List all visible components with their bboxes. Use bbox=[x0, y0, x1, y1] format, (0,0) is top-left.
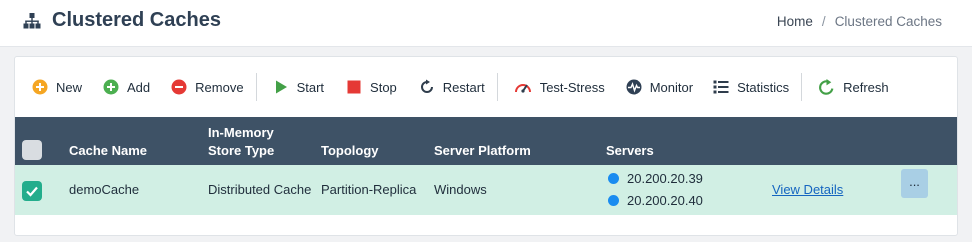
add-button[interactable]: Add bbox=[103, 72, 150, 102]
monitor-label: Monitor bbox=[649, 79, 694, 95]
column-header-cache-name[interactable]: Cache Name bbox=[69, 142, 147, 160]
more-actions-button[interactable]: ... bbox=[901, 169, 928, 198]
title-area: Clustered Caches bbox=[22, 9, 221, 32]
sitemap-icon bbox=[23, 12, 41, 28]
store-type-cell: Distributed Cache bbox=[208, 182, 312, 197]
select-all-checkbox[interactable] bbox=[22, 140, 42, 160]
refresh-label: Refresh bbox=[843, 79, 889, 95]
toolbar: New Add Remove Start Stop Restart Test-S… bbox=[15, 57, 957, 117]
restart-label: Restart bbox=[442, 79, 485, 95]
new-label: New bbox=[56, 79, 83, 95]
column-header-store-type-line2[interactable]: Store Type bbox=[208, 142, 274, 160]
platform-cell: Windows bbox=[434, 182, 487, 197]
table-header: Cache Name In-Memory Store Type Topology… bbox=[15, 117, 957, 165]
column-header-store-type-line1[interactable]: In-Memory bbox=[208, 124, 274, 142]
gauge-icon bbox=[514, 84, 531, 93]
add-label: Add bbox=[127, 79, 151, 95]
toolbar-divider bbox=[255, 73, 257, 101]
stop-button[interactable]: Stop bbox=[346, 72, 397, 102]
column-header-servers[interactable]: Servers bbox=[606, 142, 654, 160]
column-header-topology[interactable]: Topology bbox=[321, 142, 379, 160]
stop-icon bbox=[347, 80, 361, 94]
page-title: Clustered Caches bbox=[52, 9, 221, 31]
toolbar-divider bbox=[496, 73, 498, 101]
restart-icon bbox=[420, 79, 433, 93]
plus-circle-icon bbox=[32, 79, 48, 95]
refresh-icon bbox=[819, 78, 834, 95]
table-row[interactable]: demoCache Distributed Cache Partition-Re… bbox=[15, 165, 957, 215]
topology-cell: Partition-Replica bbox=[321, 182, 417, 197]
restart-button[interactable]: Restart bbox=[419, 72, 485, 102]
new-button[interactable]: New bbox=[32, 72, 82, 102]
stop-label: Stop bbox=[370, 79, 397, 95]
breadcrumb-current: Clustered Caches bbox=[834, 14, 942, 29]
row-checkbox[interactable] bbox=[22, 181, 42, 201]
view-details-link[interactable]: View Details bbox=[772, 182, 843, 197]
server-item: 20.200.20.40 bbox=[608, 193, 703, 208]
remove-button[interactable]: Remove bbox=[171, 72, 244, 102]
plus-circle-icon bbox=[103, 79, 119, 95]
heartbeat-icon bbox=[626, 79, 642, 95]
start-button[interactable]: Start bbox=[273, 72, 324, 102]
monitor-button[interactable]: Monitor bbox=[626, 72, 693, 102]
column-header-platform[interactable]: Server Platform bbox=[434, 142, 531, 160]
breadcrumb-separator: / bbox=[821, 14, 826, 29]
test-stress-button[interactable]: Test-Stress bbox=[514, 72, 605, 102]
remove-label: Remove bbox=[195, 79, 244, 95]
server-status-dot bbox=[608, 195, 619, 206]
statistics-button[interactable]: Statistics bbox=[713, 72, 789, 102]
caches-panel: New Add Remove Start Stop Restart Test-S… bbox=[14, 56, 958, 236]
server-item: 20.200.20.39 bbox=[608, 171, 703, 186]
server-ip: 20.200.20.40 bbox=[627, 193, 703, 208]
list-icon bbox=[713, 80, 729, 94]
checkmark-icon bbox=[26, 186, 38, 197]
refresh-button[interactable]: Refresh bbox=[818, 72, 889, 102]
play-icon bbox=[275, 80, 287, 94]
server-status-dot bbox=[608, 173, 619, 184]
server-ip: 20.200.20.39 bbox=[627, 171, 703, 186]
toolbar-divider bbox=[801, 73, 803, 101]
page: Clustered Caches Home / Clustered Caches… bbox=[0, 0, 972, 242]
test-stress-label: Test-Stress bbox=[539, 79, 605, 95]
breadcrumb-home-link[interactable]: Home bbox=[777, 14, 813, 29]
minus-circle-icon bbox=[171, 79, 187, 95]
breadcrumb: Home / Clustered Caches bbox=[777, 14, 942, 29]
cache-name-cell: demoCache bbox=[69, 182, 140, 197]
start-label: Start bbox=[296, 79, 325, 95]
statistics-label: Statistics bbox=[737, 79, 790, 95]
top-bar: Clustered Caches Home / Clustered Caches bbox=[0, 0, 972, 47]
